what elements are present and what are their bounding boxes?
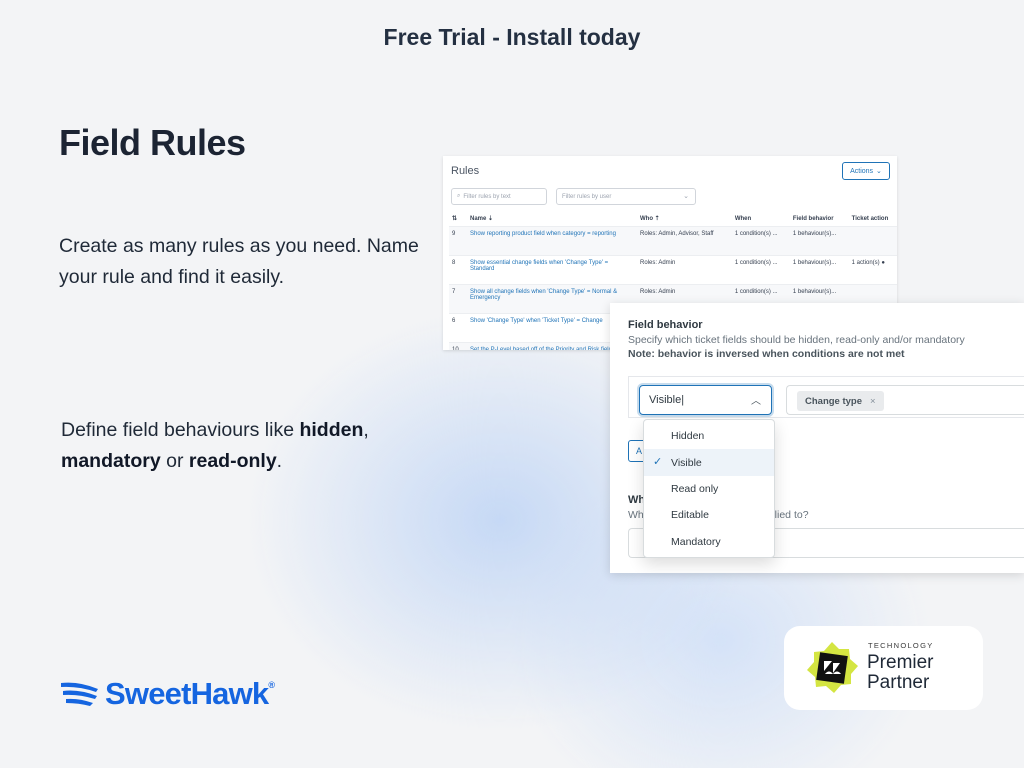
comma: , bbox=[363, 419, 369, 441]
rule-name-link[interactable]: Show essential change fields when 'Chang… bbox=[467, 254, 637, 284]
behavior-select-value: Visible bbox=[649, 394, 682, 406]
rules-title: Rules bbox=[451, 165, 480, 177]
rule-number: 8 bbox=[449, 254, 467, 284]
rule-number: 9 bbox=[449, 225, 467, 255]
option-hidden[interactable]: Hidden bbox=[644, 423, 774, 449]
column-header-ticket-action: Ticket action bbox=[851, 215, 889, 222]
table-header-row: ⇅ Name ⇣ Who ⇡ When Field behavior Ticke… bbox=[449, 212, 897, 226]
rule-action bbox=[848, 225, 896, 255]
period: . bbox=[276, 450, 283, 472]
column-header-a: A bbox=[896, 212, 897, 226]
behaviour-description-prefix: Define field behaviours like bbox=[61, 419, 300, 441]
filter-by-text-input[interactable]: ⌕ Filter rules by text bbox=[451, 188, 547, 205]
sweethawk-logo: SweetHawk® bbox=[59, 676, 275, 712]
row-expand-icon[interactable]: ⌄ bbox=[895, 254, 897, 284]
page-title: Field Rules bbox=[59, 122, 246, 163]
rule-when: 1 condition(s) ... bbox=[731, 254, 790, 284]
field-tag[interactable]: Change type × bbox=[797, 391, 884, 411]
search-icon: ⌕ bbox=[457, 193, 461, 199]
column-header-field-behavior: Field behavior bbox=[792, 215, 834, 222]
table-row[interactable]: 9 Show reporting product field when cate… bbox=[449, 225, 897, 255]
check-icon: ✓ bbox=[653, 456, 663, 469]
option-read-only[interactable]: Read only bbox=[644, 476, 774, 502]
actions-button[interactable]: Actions ⌄ bbox=[842, 162, 890, 180]
mandatory-keyword: mandatory bbox=[61, 450, 161, 472]
rule-behavior: 1 behaviour(s)... bbox=[789, 254, 849, 284]
rule-action: 1 action(s) ● bbox=[848, 254, 896, 284]
rule-number: 10 bbox=[449, 341, 467, 350]
field-behavior-title: Field behavior bbox=[628, 319, 703, 331]
hawk-wing-icon bbox=[61, 682, 98, 706]
rule-who: Roles: Admin bbox=[637, 254, 732, 284]
partner-tier-label: TECHNOLOGY bbox=[868, 641, 934, 650]
table-row[interactable]: 8 Show essential change fields when 'Cha… bbox=[449, 254, 897, 284]
rule-name-link[interactable]: Show reporting product field when catego… bbox=[467, 225, 637, 255]
premier-partner-card: TECHNOLOGY Premier Partner bbox=[784, 626, 983, 710]
rule-number: 6 bbox=[449, 312, 467, 342]
option-visible-label: Visible bbox=[671, 456, 702, 469]
column-header-name[interactable]: Name ⇣ bbox=[467, 212, 637, 226]
chevron-up-icon: ︿ bbox=[751, 396, 761, 407]
filter-user-placeholder: Filter rules by user bbox=[562, 193, 612, 200]
row-expand-icon[interactable]: ⌄ bbox=[895, 225, 897, 255]
partner-title-line2: Partner bbox=[867, 672, 930, 693]
behaviour-description: Define field behaviours like hidden, mand… bbox=[61, 415, 421, 477]
option-visible[interactable]: ✓ Visible bbox=[644, 449, 774, 476]
option-mandatory[interactable]: Mandatory bbox=[644, 529, 774, 555]
registered-mark: ® bbox=[268, 680, 275, 690]
rules-description: Create as many rules as you need. Name y… bbox=[59, 235, 419, 288]
or-text: or bbox=[160, 450, 189, 472]
column-header-when: When bbox=[734, 215, 752, 222]
brand-name: SweetHawk® bbox=[105, 676, 275, 711]
field-tag-label: Change type bbox=[805, 395, 863, 407]
hidden-keyword: hidden bbox=[299, 419, 364, 441]
filter-text-placeholder: Filter rules by text bbox=[463, 193, 511, 200]
column-header-who[interactable]: Who ⇡ bbox=[637, 212, 732, 226]
partner-title-line1: Premier bbox=[867, 652, 934, 673]
rule-who: Roles: Admin, Advisor, Staff bbox=[637, 225, 732, 255]
fields-multiselect[interactable]: Change type × bbox=[786, 385, 1024, 415]
free-trial-banner[interactable]: Free Trial - Install today bbox=[0, 24, 1024, 51]
behavior-select[interactable]: Visible | ︿ bbox=[639, 385, 772, 415]
filter-by-user-select[interactable]: Filter rules by user ⌄ bbox=[556, 188, 696, 205]
read-only-keyword: read-only bbox=[188, 450, 277, 472]
chevron-down-icon: ⌄ bbox=[876, 168, 882, 175]
chevron-down-icon: ⌄ bbox=[683, 193, 689, 200]
rule-when: 1 condition(s) ... bbox=[731, 225, 790, 255]
field-behavior-note: Note: behavior is inversed when conditio… bbox=[628, 348, 905, 360]
field-behavior-description: Specify which ticket fields should be hi… bbox=[628, 334, 965, 346]
close-icon[interactable]: × bbox=[870, 396, 876, 407]
section-description: Wh bbox=[628, 509, 644, 521]
sort-icon[interactable]: ⇅ bbox=[449, 212, 467, 226]
option-editable[interactable]: Editable bbox=[644, 502, 774, 528]
rule-behavior: 1 behaviour(s)... bbox=[789, 225, 849, 255]
zendesk-logo-icon bbox=[807, 642, 858, 693]
rule-number: 7 bbox=[449, 283, 467, 313]
actions-label: Actions bbox=[850, 167, 874, 175]
behavior-dropdown-menu: Hidden ✓ Visible Read only Editable Mand… bbox=[643, 419, 775, 558]
text-cursor: | bbox=[681, 394, 685, 406]
